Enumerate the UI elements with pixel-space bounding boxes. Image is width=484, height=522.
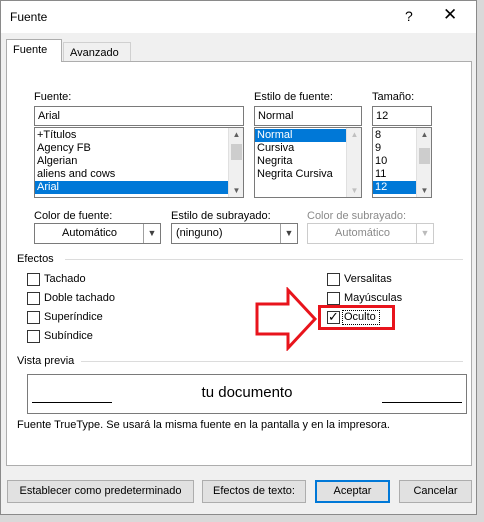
scroll-thumb[interactable] (419, 148, 430, 164)
scroll-down-icon[interactable]: ▼ (417, 184, 431, 197)
small-caps-checkbox[interactable] (327, 273, 340, 286)
underline-color-value: Automático (334, 227, 391, 239)
background-strip (0, 515, 484, 522)
preview-line-right (382, 402, 462, 403)
tab-fuente[interactable]: Fuente (6, 39, 62, 62)
style-list[interactable]: Normal Cursiva Negrita Negrita Cursiva ▲… (254, 127, 362, 198)
size-label: Tamaño: (372, 91, 415, 103)
list-item[interactable]: Algerian (35, 155, 243, 168)
style-label: Estilo de fuente: (254, 91, 333, 103)
size-list-scrollbar[interactable]: ▲ ▼ (416, 128, 431, 197)
chevron-down-icon[interactable]: ▼ (143, 224, 160, 243)
underline-style-value: (ninguno) (176, 227, 223, 239)
annotation-highlight (318, 305, 395, 330)
font-color-label: Color de fuente: (34, 210, 113, 222)
scroll-thumb[interactable] (231, 144, 242, 160)
list-item-selected[interactable]: Arial (35, 181, 228, 194)
preview-divider (81, 361, 463, 362)
ok-button[interactable]: Aceptar (315, 480, 390, 503)
all-caps-checkbox[interactable] (327, 292, 340, 305)
font-name-input[interactable]: Arial (34, 106, 244, 126)
scroll-up-icon[interactable]: ▲ (417, 128, 431, 141)
preview-note: Fuente TrueType. Se usará la misma fuent… (17, 419, 390, 431)
strikethrough-checkbox[interactable] (27, 273, 40, 286)
background-strip-right (477, 0, 484, 522)
tab-avanzado-label: Avanzado (70, 47, 119, 59)
font-color-value: Automático (61, 227, 118, 239)
size-list[interactable]: 8 9 10 11 12 ▲ ▼ (372, 127, 432, 198)
scroll-down-icon[interactable]: ▼ (229, 184, 243, 197)
annotation-arrow-icon (255, 287, 318, 351)
cancel-button[interactable]: Cancelar (399, 480, 472, 503)
list-item[interactable]: +Títulos (35, 129, 243, 142)
help-button[interactable]: ? (405, 8, 413, 24)
preview-sample: tu documento (201, 384, 293, 401)
font-list[interactable]: +Títulos Agency FB Algerian aliens and c… (34, 127, 244, 198)
effects-title: Efectos (17, 253, 54, 265)
set-default-button[interactable]: Establecer como predeterminado (7, 480, 194, 503)
subscript-checkbox[interactable] (27, 330, 40, 343)
underline-color-dropdown: Automático ▼ (307, 223, 434, 244)
close-button[interactable]: ✕ (443, 5, 457, 25)
strikethrough-label[interactable]: Tachado (44, 273, 86, 285)
tab-panel: Fuente: Arial +Títulos Agency FB Algeria… (6, 61, 472, 466)
size-input[interactable]: 12 (372, 106, 432, 126)
font-color-dropdown[interactable]: Automático ▼ (34, 223, 161, 244)
style-list-scrollbar[interactable]: ▲ ▼ (346, 128, 361, 197)
underline-style-label: Estilo de subrayado: (171, 210, 271, 222)
tab-avanzado[interactable]: Avanzado (63, 42, 131, 62)
preview-box: tu documento (27, 374, 467, 414)
scroll-up-icon[interactable]: ▲ (347, 128, 361, 141)
list-item[interactable]: Agency FB (35, 142, 243, 155)
tab-fuente-label: Fuente (13, 44, 48, 56)
small-caps-label[interactable]: Versalitas (344, 273, 392, 285)
subscript-label[interactable]: Subíndice (44, 330, 93, 342)
chevron-down-icon[interactable]: ▼ (280, 224, 297, 243)
double-strikethrough-checkbox[interactable] (27, 292, 40, 305)
double-strikethrough-label[interactable]: Doble tachado (44, 292, 115, 304)
text-effects-button[interactable]: Efectos de texto: (202, 480, 306, 503)
list-item-selected[interactable]: 12 (373, 181, 416, 194)
preview-line-left (32, 402, 112, 403)
window-title: Fuente (10, 10, 48, 24)
title-bar: Fuente ? ✕ (1, 1, 476, 33)
all-caps-label[interactable]: Mayúsculas (344, 292, 402, 304)
superscript-label[interactable]: Superíndice (44, 311, 103, 323)
list-item[interactable]: aliens and cows (35, 168, 243, 181)
font-list-scrollbar[interactable]: ▲ ▼ (228, 128, 243, 197)
underline-color-label: Color de subrayado: (307, 210, 407, 222)
list-item-selected[interactable]: Normal (255, 129, 346, 142)
font-label: Fuente: (34, 91, 72, 103)
underline-style-dropdown[interactable]: (ninguno) ▼ (171, 223, 298, 244)
scroll-down-icon[interactable]: ▼ (347, 184, 361, 197)
chevron-down-icon: ▼ (416, 224, 433, 243)
effects-divider (65, 259, 463, 260)
preview-title: Vista previa (17, 355, 75, 367)
superscript-checkbox[interactable] (27, 311, 40, 324)
scroll-up-icon[interactable]: ▲ (229, 128, 243, 141)
style-input[interactable]: Normal (254, 106, 362, 126)
font-dialog: Fuente ? ✕ Fuente Avanzado Fuente: Arial… (0, 0, 477, 515)
